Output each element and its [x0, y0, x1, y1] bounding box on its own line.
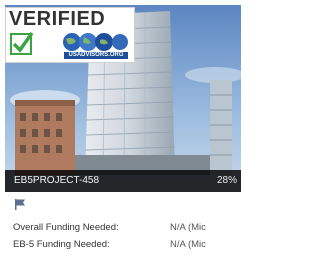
project-card[interactable]: VERIFIED USADVISORS.ORG EB5PROJECT-458 2… — [0, 0, 241, 256]
verified-title: VERIFIED — [9, 8, 106, 30]
badge-site-label: USADVISORS.ORG — [64, 52, 128, 59]
image-caption-bar: EB5PROJECT-458 28% — [5, 170, 241, 192]
check-icon — [10, 31, 34, 55]
progress-percent: 28% — [216, 175, 237, 186]
overall-funding-label: Overall Funding Needed: — [13, 222, 119, 233]
eb5-funding-label: EB-5 Funding Needed: — [13, 239, 110, 250]
overall-funding-value: N/A (Mic — [170, 222, 206, 233]
globe-icon — [63, 33, 128, 51]
verified-badge: VERIFIED USADVISORS.ORG — [5, 7, 135, 63]
project-id[interactable]: EB5PROJECT-458 — [14, 175, 99, 186]
flag-icon[interactable] — [14, 198, 26, 210]
eb5-funding-value: N/A (Mic — [170, 239, 206, 250]
